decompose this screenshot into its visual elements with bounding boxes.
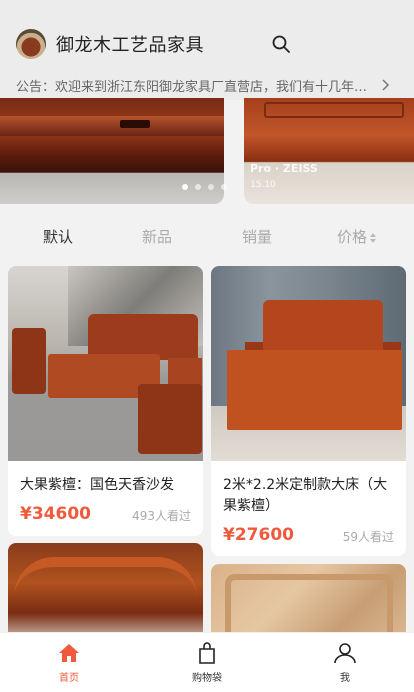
shopping-bag-icon: [199, 642, 215, 664]
carving-detail: [264, 102, 404, 118]
notice-bar[interactable]: 公告：欢迎来到浙江东阳御龙家具厂直营店，我们有十几年的红木家具生产经验: [0, 70, 414, 100]
home-icon: [59, 644, 79, 662]
product-views: 59人看过: [342, 530, 394, 544]
bed-shape: [227, 350, 402, 430]
product-image[interactable]: [211, 266, 406, 461]
banner-slide[interactable]: Pro · ZEISS 15.10: [244, 98, 414, 204]
product-card[interactable]: 2米*2.2米定制款大床（大果紫檀） ¥27600 59人看过: [211, 266, 406, 556]
banner-watermark-sub: 15.10: [250, 180, 276, 190]
product-image[interactable]: [8, 266, 203, 461]
search-icon[interactable]: [271, 34, 291, 54]
armchair-shape: [138, 384, 202, 454]
app-header: 御龙木工艺品家具: [0, 0, 414, 70]
chevron-right-icon[interactable]: [380, 78, 390, 92]
shop-name[interactable]: 御龙木工艺品家具: [56, 31, 204, 57]
sort-sales-tab[interactable]: 销量: [242, 226, 272, 247]
product-price: ¥27600: [223, 525, 294, 545]
carousel-dot[interactable]: [208, 184, 214, 190]
carved-arc-shape: [14, 557, 197, 597]
product-title: 大果紫檀：国色天香沙发: [20, 477, 174, 493]
sort-arrows-icon: [370, 232, 377, 243]
carousel-dot[interactable]: [195, 184, 201, 190]
furniture-slot: [120, 120, 150, 128]
banner-watermark: Pro · ZEISS: [250, 162, 318, 175]
carousel-dot[interactable]: [182, 184, 188, 190]
tab-cart-label: 购物袋: [192, 673, 222, 684]
shop-logo[interactable]: [16, 29, 46, 59]
product-views: 493人看过: [132, 509, 191, 523]
tab-home[interactable]: 首页: [34, 641, 104, 684]
armchair-shape: [12, 328, 46, 394]
product-price: ¥34600: [20, 504, 91, 524]
product-card[interactable]: [8, 543, 203, 643]
notice-text: 公告：欢迎来到浙江东阳御龙家具厂直营店，我们有十几年的红木家具生产经验: [16, 80, 368, 95]
sort-bar: 默认 新品 销量 价格: [0, 205, 414, 263]
headboard-shape: [263, 300, 383, 350]
tab-home-label: 首页: [59, 673, 79, 684]
tab-cart[interactable]: 购物袋: [172, 641, 242, 684]
sort-new-tab[interactable]: 新品: [142, 226, 172, 247]
bottom-tab-bar: 首页 购物袋 我: [0, 632, 414, 692]
banner-carousel[interactable]: Pro · ZEISS 15.10: [0, 98, 414, 205]
user-icon: [334, 643, 356, 664]
tab-me[interactable]: 我: [310, 641, 380, 684]
carousel-indicator: [182, 184, 227, 190]
product-title: 2米*2.2米定制款大床（大果紫檀）: [223, 477, 388, 514]
product-image[interactable]: [8, 543, 203, 643]
furniture-rail: [0, 116, 224, 136]
product-card[interactable]: 大果紫檀：国色天香沙发 ¥34600 493人看过: [8, 266, 203, 536]
sort-default-tab[interactable]: 默认: [43, 226, 73, 247]
tab-me-label: 我: [340, 673, 350, 684]
sort-price-tab[interactable]: 价格: [337, 226, 377, 247]
carousel-dot[interactable]: [221, 184, 227, 190]
sort-price-label: 价格: [337, 228, 368, 246]
